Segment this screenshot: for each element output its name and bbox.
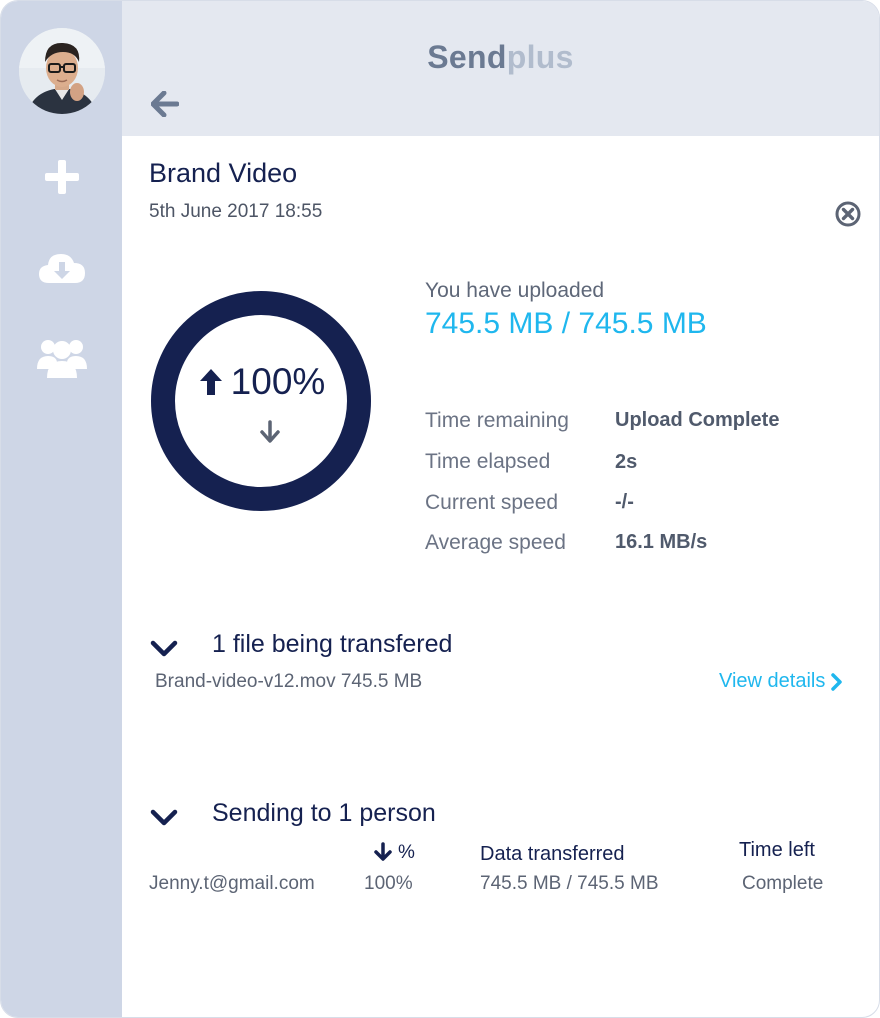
- progress-readout: 100%: [149, 361, 373, 403]
- arrow-down-icon: [260, 420, 280, 443]
- uploaded-value: 745.5 MB / 745.5 MB: [425, 307, 707, 340]
- recipients-section-title: Sending to 1 person: [212, 799, 436, 827]
- file-item: Brand-video-v12.mov 745.5 MB: [155, 671, 423, 692]
- column-header-time-left: Time left: [739, 839, 815, 861]
- user-photo-icon: [19, 28, 105, 114]
- chevron-right-icon: [831, 672, 843, 691]
- view-details-link[interactable]: View details: [719, 670, 843, 693]
- avatar[interactable]: [19, 28, 105, 114]
- brand-name-part2: plus: [506, 39, 574, 75]
- column-header-data-transferred: Data transferred: [480, 843, 625, 865]
- new-transfer-button[interactable]: [35, 153, 89, 201]
- stat-label-time-elapsed: Time elapsed: [425, 450, 551, 473]
- sidebar: [1, 1, 122, 1017]
- recipient-percent: 100%: [364, 873, 413, 894]
- stat-value-current-speed: -/-: [615, 491, 634, 513]
- recipient-email: Jenny.t@gmail.com: [149, 873, 315, 894]
- recipient-data-transferred: 745.5 MB / 745.5 MB: [480, 873, 659, 894]
- chevron-down-icon[interactable]: [149, 806, 179, 830]
- arrow-left-icon: [151, 91, 179, 117]
- app-window: Sendplus Brand Video 5th June 2017 18:55…: [0, 0, 880, 1018]
- brand-logo: Sendplus: [122, 39, 879, 76]
- files-section-title: 1 file being transfered: [212, 630, 453, 658]
- stat-label-time-remaining: Time remaining: [425, 409, 569, 432]
- uploaded-label: You have uploaded: [425, 279, 605, 302]
- progress-percent: 100%: [230, 361, 326, 402]
- arrow-down-icon: [374, 842, 392, 861]
- recipient-time-left: Complete: [742, 873, 824, 894]
- chevron-down-icon[interactable]: [149, 637, 179, 661]
- view-details-label: View details: [719, 670, 826, 692]
- users-icon: [37, 340, 87, 378]
- arrow-up-icon: [199, 369, 222, 395]
- stat-value-time-remaining: Upload Complete: [615, 409, 780, 431]
- contacts-button[interactable]: [35, 333, 89, 381]
- stat-label-average-speed: Average speed: [425, 531, 566, 554]
- transfer-title: Brand Video: [149, 158, 298, 188]
- transfer-date: 5th June 2017 18:55: [149, 201, 323, 222]
- back-button[interactable]: [148, 87, 182, 121]
- close-circle-icon: [835, 201, 861, 227]
- cloud-download-icon: [39, 254, 85, 283]
- downloads-button[interactable]: [35, 243, 89, 291]
- stat-value-average-speed: 16.1 MB/s: [615, 531, 708, 553]
- plus-icon: [45, 160, 79, 194]
- brand-name-part1: Send: [427, 39, 507, 75]
- cancel-transfer-button[interactable]: [834, 200, 862, 228]
- stat-value-time-elapsed: 2s: [615, 451, 638, 473]
- stat-label-current-speed: Current speed: [425, 491, 559, 514]
- column-header-percent: %: [398, 842, 415, 863]
- header: Sendplus: [122, 1, 879, 136]
